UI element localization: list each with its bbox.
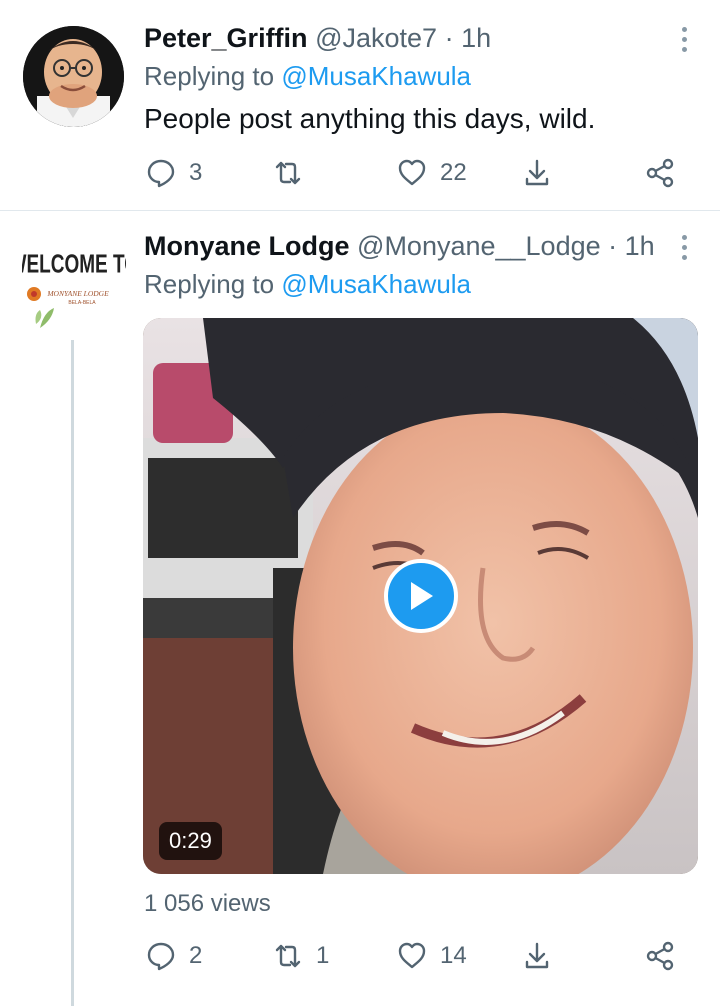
replying-to-mention[interactable]: @MusaKhawula [281,269,471,299]
replying-to: Replying to @MusaKhawula [144,271,471,297]
like-count: 14 [440,942,467,969]
author-name[interactable]: Peter_Griffin [144,23,308,53]
avatar-lodge-text: MONYANE LODGE [46,289,109,298]
video-duration: 0:29 [159,822,222,860]
share-icon [525,159,549,186]
share-icon [525,942,549,969]
reply-button[interactable]: 3 [145,153,202,193]
replying-to-mention[interactable]: @MusaKhawula [281,61,471,91]
more-icon[interactable] [680,235,688,260]
tweet-peter-griffin[interactable]: Peter_Griffin @Jakote7 · 1h Replying to … [0,0,720,211]
reply-count: 3 [189,159,203,186]
comment-icon [147,159,175,188]
more-icon[interactable] [680,27,688,52]
network-share-icon [646,158,674,188]
avatar-image [23,26,124,127]
replying-to: Replying to @MusaKhawula [144,63,471,89]
author-handle[interactable]: @Monyane__Lodge [357,231,601,261]
network-share-button[interactable] [645,936,677,976]
tweet-text: People post anything this days, wild. [144,103,596,134]
retweet-count: 1 [316,942,330,969]
retweet-button[interactable]: 1 [272,936,329,976]
share-button[interactable] [521,153,553,193]
play-button[interactable] [384,559,458,633]
video-player[interactable]: 0:29 [143,318,698,874]
author-handle[interactable]: @Jakote7 [315,23,437,53]
avatar-image: WELCOME TO MONYANE LODGE BELA-BELA [22,232,126,336]
heart-icon [398,159,426,186]
avatar[interactable] [23,26,124,127]
tweet-time[interactable]: 1h [461,23,491,53]
avatar-place-text: BELA-BELA [68,300,96,306]
retweet-icon [275,161,301,185]
avatar[interactable]: WELCOME TO MONYANE LODGE BELA-BELA [22,232,126,336]
avatar-welcome-text: WELCOME TO [22,248,126,278]
network-share-icon [646,941,674,971]
separator-dot: · [608,231,618,261]
tweet-actions: 3 22 [0,153,720,193]
play-icon [411,582,433,610]
tweet-actions: 2 1 14 [0,936,720,976]
reply-button[interactable]: 2 [145,936,202,976]
view-count: 1 056 views [144,890,271,917]
author-name[interactable]: Monyane Lodge [144,231,350,261]
reply-count: 2 [189,942,203,969]
thread-line [71,340,74,1006]
like-count: 22 [440,159,467,186]
separator-dot: · [444,23,454,53]
comment-icon [147,942,175,971]
network-share-button[interactable] [645,153,677,193]
replying-to-label: Replying to [144,61,275,91]
heart-icon [398,942,426,969]
tweet-header: Peter_Griffin @Jakote7 · 1h [144,25,491,52]
like-button[interactable]: 22 [396,153,467,193]
replying-to-label: Replying to [144,269,275,299]
tweet-time[interactable]: 1h [625,231,655,261]
retweet-button[interactable] [272,153,316,193]
tweet-header: Monyane Lodge @Monyane__Lodge · 1h [144,233,655,260]
share-button[interactable] [521,936,553,976]
retweet-icon [275,944,301,968]
like-button[interactable]: 14 [396,936,467,976]
